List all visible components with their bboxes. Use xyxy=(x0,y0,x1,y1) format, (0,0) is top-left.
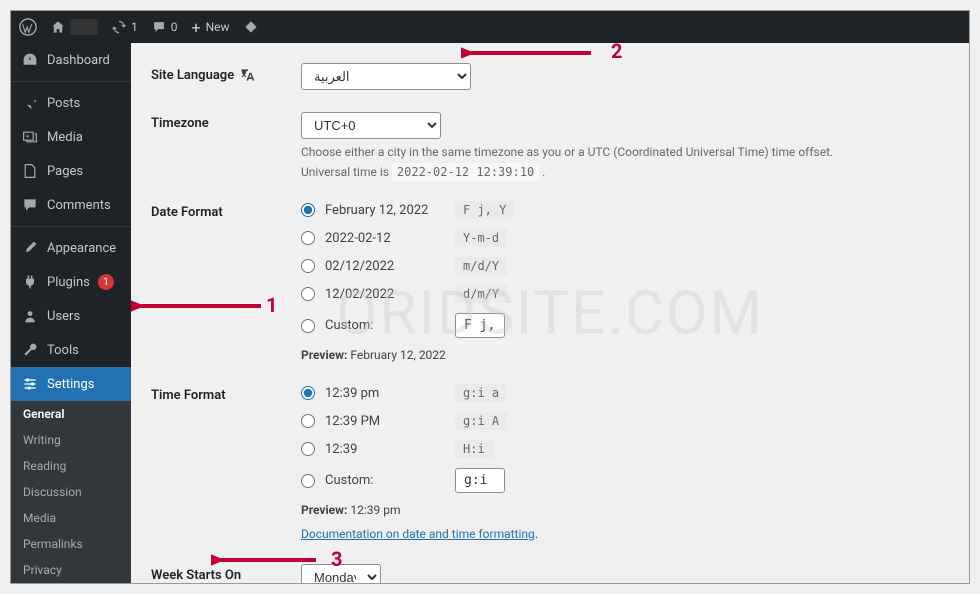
menu-pages[interactable]: Pages xyxy=(11,154,131,188)
settings-submenu: General Writing Reading Discussion Media… xyxy=(11,401,131,584)
annotation-num-2: 2 xyxy=(611,43,622,63)
time-option-custom[interactable]: Custom: xyxy=(301,468,949,493)
menu-label: Settings xyxy=(47,377,94,392)
page-icon xyxy=(21,162,39,180)
week-starts-label: Week Starts On xyxy=(151,564,301,583)
date-radio[interactable] xyxy=(301,231,315,245)
time-radio[interactable] xyxy=(301,474,315,488)
doc-link[interactable]: Documentation on date and time formattin… xyxy=(301,527,535,541)
annotation-num-3: 3 xyxy=(331,547,342,571)
date-preview: Preview: February 12, 2022 xyxy=(301,348,949,362)
timezone-select[interactable]: UTC+0 xyxy=(301,112,441,139)
menu-posts[interactable]: Posts xyxy=(11,86,131,120)
fmt-code: H:i xyxy=(455,440,493,458)
site-language-select[interactable]: العربية xyxy=(301,63,471,90)
update-badge: 1 xyxy=(98,274,114,290)
timezone-label: Timezone xyxy=(151,112,301,131)
menu-users[interactable]: Users xyxy=(11,299,131,333)
fmt-code: Y-m-d xyxy=(455,229,507,247)
annotation-num-1: 1 xyxy=(266,293,277,317)
menu-tools[interactable]: Tools xyxy=(11,333,131,367)
brush-icon xyxy=(21,239,39,257)
menu-label: Media xyxy=(47,130,83,145)
translate-icon xyxy=(240,67,256,83)
menu-media[interactable]: Media xyxy=(11,120,131,154)
submenu-permalinks[interactable]: Permalinks xyxy=(11,531,131,557)
menu-label: Posts xyxy=(47,96,80,111)
media-icon xyxy=(21,128,39,146)
universal-time: Universal time is 2022-02-12 12:39:10 . xyxy=(301,165,949,179)
time-custom-input[interactable] xyxy=(455,468,505,493)
menu-label: Users xyxy=(47,309,80,324)
time-radio[interactable] xyxy=(301,442,315,456)
comments-count: 0 xyxy=(171,20,178,34)
time-radio[interactable] xyxy=(301,414,315,428)
user-icon xyxy=(21,307,39,325)
menu-label: Dashboard xyxy=(47,53,110,68)
date-radio[interactable] xyxy=(301,319,315,333)
menu-appearance[interactable]: Appearance xyxy=(11,231,131,265)
plug-icon xyxy=(21,273,39,291)
submenu-discussion[interactable]: Discussion xyxy=(11,479,131,505)
new-label: New xyxy=(206,20,230,34)
dashboard-icon xyxy=(21,51,39,69)
date-radio[interactable] xyxy=(301,287,315,301)
time-format-label: Time Format xyxy=(151,384,301,403)
admin-sidebar: Dashboard Posts Media Pages Comments xyxy=(11,43,131,583)
site-language-label: Site Language xyxy=(151,68,234,83)
annotation-arrow-2 xyxy=(461,43,601,63)
submenu-reading[interactable]: Reading xyxy=(11,453,131,479)
menu-label: Appearance xyxy=(47,241,116,256)
submenu-general[interactable]: General xyxy=(11,401,131,427)
date-option-2[interactable]: 02/12/2022 m/d/Y xyxy=(301,257,949,275)
date-radio[interactable] xyxy=(301,259,315,273)
date-option-custom[interactable]: Custom: xyxy=(301,313,949,338)
pin-icon xyxy=(21,94,39,112)
site-name[interactable] xyxy=(51,19,98,35)
date-radio[interactable] xyxy=(301,203,315,217)
time-option-2[interactable]: 12:39 H:i xyxy=(301,440,949,458)
menu-plugins[interactable]: Plugins 1 xyxy=(11,265,131,299)
submenu-litespeed[interactable]: LiteSpeed Cache xyxy=(11,583,131,584)
new-content-button[interactable]: + New xyxy=(192,18,230,37)
submenu-media[interactable]: Media xyxy=(11,505,131,531)
date-option-0[interactable]: February 12, 2022 F j, Y xyxy=(301,201,949,219)
date-format-label: Date Format xyxy=(151,201,301,220)
time-option-1[interactable]: 12:39 PM g:i A xyxy=(301,412,949,430)
fmt-code: F j, Y xyxy=(455,201,514,219)
date-option-1[interactable]: 2022-02-12 Y-m-d xyxy=(301,229,949,247)
fmt-code: g:i A xyxy=(455,412,507,430)
wrench-icon xyxy=(21,341,39,359)
menu-label: Pages xyxy=(47,164,83,179)
menu-label: Comments xyxy=(47,198,111,213)
time-preview: Preview: 12:39 pm xyxy=(301,503,949,517)
wp-logo-icon[interactable] xyxy=(19,18,37,36)
date-option-3[interactable]: 12/02/2022 d/m/Y xyxy=(301,285,949,303)
submenu-writing[interactable]: Writing xyxy=(11,427,131,453)
updates-icon[interactable]: 1 xyxy=(112,20,138,34)
submenu-privacy[interactable]: Privacy xyxy=(11,557,131,583)
diamond-icon[interactable] xyxy=(244,20,258,34)
site-name-blur xyxy=(70,19,98,35)
fmt-code: m/d/Y xyxy=(455,257,507,275)
time-radio[interactable] xyxy=(301,386,315,400)
timezone-desc: Choose either a city in the same timezon… xyxy=(301,145,949,159)
updates-count: 1 xyxy=(131,20,138,34)
date-custom-input[interactable] xyxy=(455,313,505,338)
menu-settings[interactable]: Settings xyxy=(11,367,131,401)
utime-value: 2022-02-12 12:39:10 xyxy=(392,163,539,181)
sliders-icon xyxy=(21,375,39,393)
time-option-0[interactable]: 12:39 pm g:i a xyxy=(301,384,949,402)
fmt-code: d/m/Y xyxy=(455,285,507,303)
menu-dashboard[interactable]: Dashboard xyxy=(11,43,131,77)
menu-label: Plugins xyxy=(47,275,90,290)
comment-icon xyxy=(21,196,39,214)
comments-bubble[interactable]: 0 xyxy=(152,20,178,34)
settings-content: ORIDSITE.COM Site Language العربية Timez… xyxy=(131,43,969,583)
menu-comments[interactable]: Comments xyxy=(11,188,131,222)
fmt-code: g:i a xyxy=(455,384,507,402)
admin-toolbar: 1 0 + New xyxy=(11,11,969,43)
menu-label: Tools xyxy=(47,343,79,358)
